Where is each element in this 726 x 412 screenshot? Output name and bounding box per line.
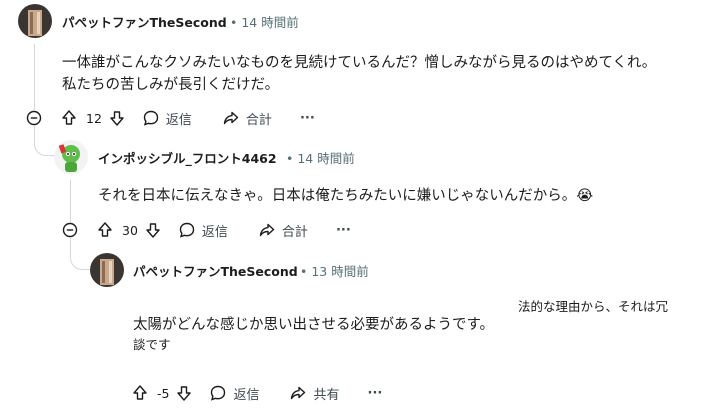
comment-actions: 30 返信 合計 ··· <box>96 218 351 242</box>
comment-actions: -5 返信 共有 ··· <box>131 381 382 405</box>
avatar[interactable] <box>18 4 52 38</box>
username[interactable]: パペットファンTheSecond <box>133 261 298 280</box>
timestamp: • 14 時間前 <box>286 151 355 166</box>
upvote-icon[interactable] <box>60 109 78 127</box>
share-button[interactable]: 合計 <box>258 221 308 240</box>
comment-bubble-icon <box>178 221 196 239</box>
share-arrow-icon <box>222 109 240 127</box>
avatar[interactable] <box>54 140 88 174</box>
more-options-button[interactable]: ··· <box>300 111 315 126</box>
comment-text-tail: 談です <box>133 337 171 352</box>
downvote-icon[interactable] <box>175 384 193 402</box>
vote-count: -5 <box>157 385 170 401</box>
share-button[interactable]: 合計 <box>222 109 272 128</box>
collapse-thread-icon[interactable] <box>26 110 42 126</box>
share-button[interactable]: 共有 <box>289 384 340 403</box>
more-options-button[interactable]: ··· <box>336 223 351 238</box>
thread-connector <box>34 126 54 156</box>
vote-count: 12 <box>86 110 102 126</box>
thread-connector <box>70 238 90 270</box>
username[interactable]: インポッシブル_フロント4462 <box>98 148 277 167</box>
timestamp: • 13 時間前 <box>300 264 369 279</box>
comment-actions: 12 返信 合計 ··· <box>60 106 315 130</box>
reply-label: 返信 <box>233 387 260 403</box>
downvote-icon[interactable] <box>108 109 126 127</box>
reply-button[interactable]: 返信 <box>178 221 228 240</box>
share-label: 合計 <box>281 224 308 240</box>
comment-bubble-icon <box>209 384 227 402</box>
thread-line <box>34 44 35 110</box>
share-arrow-icon <box>258 221 276 239</box>
timestamp: • 14 時間前 <box>230 15 299 30</box>
reply-label: 返信 <box>165 112 192 128</box>
vote-count: 30 <box>122 222 138 238</box>
share-label: 共有 <box>313 387 340 403</box>
comment-text: 太陽がどんな感じか思い出させる必要があるようです。 <box>133 317 495 333</box>
reply-button[interactable]: 返信 <box>142 109 192 128</box>
reply-button[interactable]: 返信 <box>209 384 259 403</box>
thread-line <box>70 180 71 222</box>
upvote-icon[interactable] <box>131 384 149 402</box>
share-label: 合計 <box>245 112 272 128</box>
collapse-thread-icon[interactable] <box>62 222 78 238</box>
comment-text-side: 法的な理由から、それは冗 <box>518 299 669 314</box>
username[interactable]: パペットファンTheSecond <box>62 12 227 31</box>
upvote-icon[interactable] <box>96 221 114 239</box>
downvote-icon[interactable] <box>144 221 162 239</box>
reply-label: 返信 <box>201 224 228 240</box>
avatar[interactable] <box>90 253 124 287</box>
more-options-button[interactable]: ··· <box>368 386 383 401</box>
comment-bubble-icon <box>142 109 160 127</box>
comment-text: それを日本に伝えなきゃ。日本は俺たちみたいに嫌いじゃないんだから。😭 <box>98 188 594 204</box>
comment-text: 一体誰がこんなクソみたいなものを見続けているんだ？憎しみながら見るのはやめてくれ… <box>62 55 657 93</box>
share-arrow-icon <box>289 384 307 402</box>
